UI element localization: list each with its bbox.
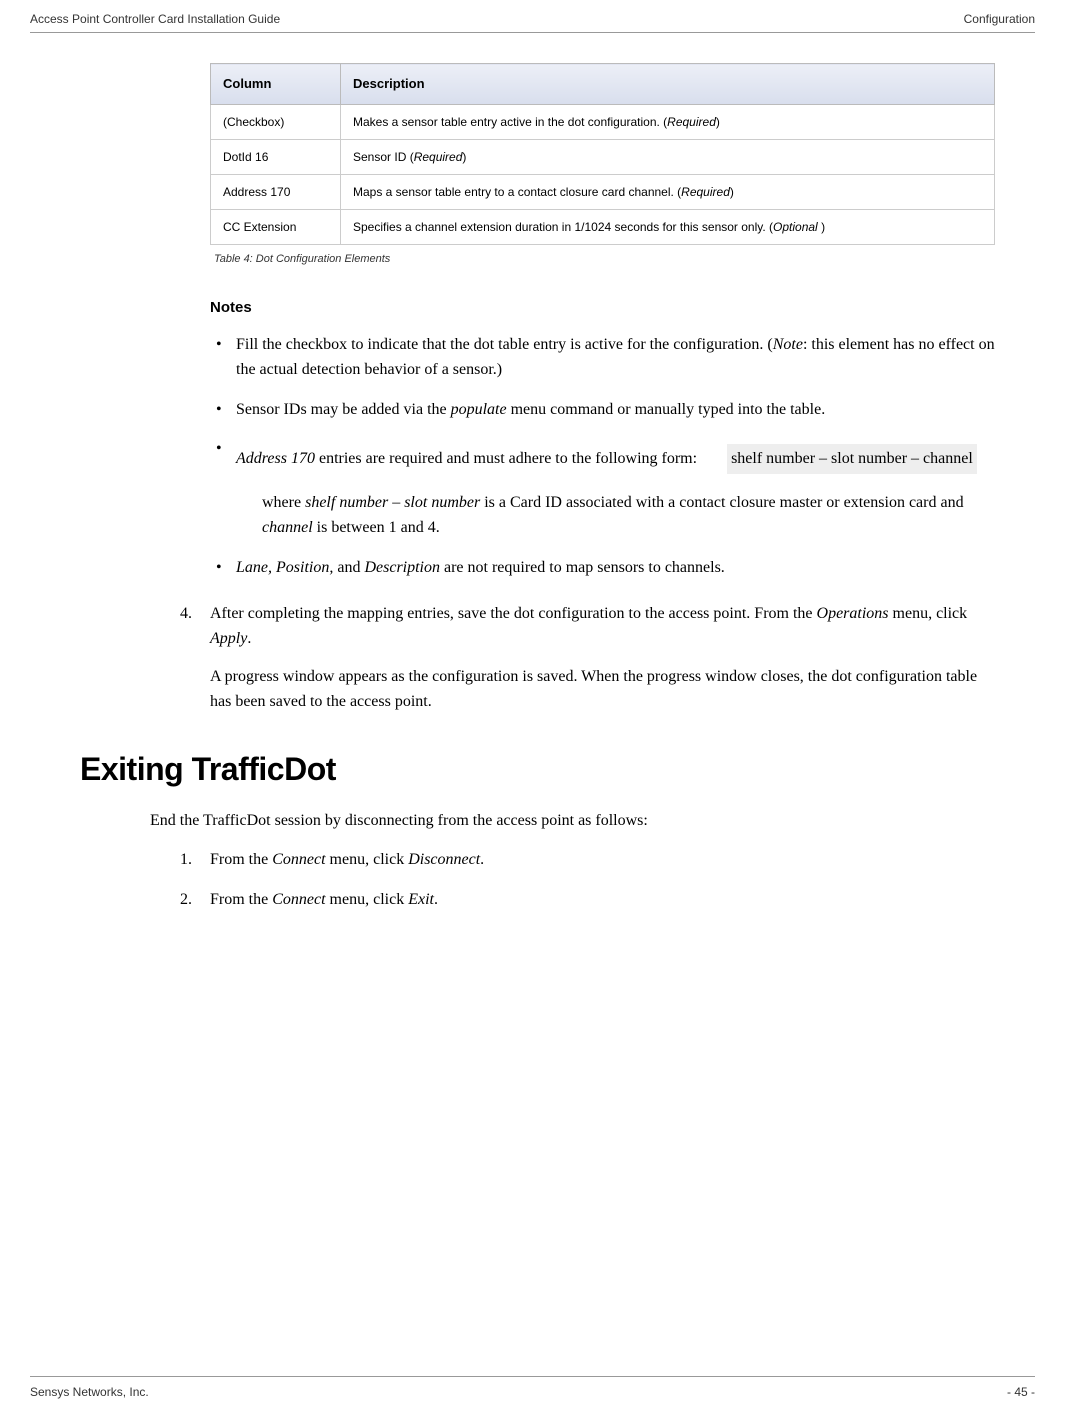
header-left: Access Point Controller Card Installatio…	[30, 10, 280, 28]
exiting-heading: Exiting TrafficDot	[80, 745, 995, 793]
footer-left: Sensys Networks, Inc.	[30, 1383, 149, 1401]
header-right: Configuration	[964, 10, 1035, 28]
table-row: CC Extension Specifies a channel extensi…	[211, 209, 995, 244]
note-item: Sensor IDs may be added via the populate…	[210, 397, 995, 423]
cell-description: Makes a sensor table entry active in the…	[341, 104, 995, 139]
step-number: 2.	[180, 887, 192, 913]
cell-column: Address 170	[211, 174, 341, 209]
cell-description: Specifies a channel extension duration i…	[341, 209, 995, 244]
notes-list: Fill the checkbox to indicate that the d…	[210, 332, 995, 581]
notes-heading: Notes	[210, 297, 995, 320]
exiting-intro: End the TrafficDot session by disconnect…	[150, 809, 995, 833]
header-rule	[30, 32, 1035, 33]
step-number: 4.	[180, 601, 192, 627]
step-4-result: A progress window appears as the configu…	[210, 664, 995, 715]
address-format-explain: where shelf number – slot number is a Ca…	[262, 490, 995, 541]
cell-description: Maps a sensor table entry to a contact c…	[341, 174, 995, 209]
step-4: 4. After completing the mapping entries,…	[180, 601, 995, 715]
dot-config-table: Column Description (Checkbox) Makes a se…	[210, 63, 995, 245]
note-item: Fill the checkbox to indicate that the d…	[210, 332, 995, 383]
table-row: (Checkbox) Makes a sensor table entry ac…	[211, 104, 995, 139]
step-list: 4. After completing the mapping entries,…	[180, 601, 995, 715]
table-row: DotId 16 Sensor ID (Required)	[211, 139, 995, 174]
table-row: Address 170 Maps a sensor table entry to…	[211, 174, 995, 209]
cell-column: DotId 16	[211, 139, 341, 174]
th-description: Description	[341, 64, 995, 105]
table-caption: Table 4: Dot Configuration Elements	[214, 251, 995, 268]
note-item: Lane, Position, and Description are not …	[210, 555, 995, 581]
exit-step-1: 1. From the Connect menu, click Disconne…	[180, 847, 995, 873]
step-number: 1.	[180, 847, 192, 873]
exit-steps: 1. From the Connect menu, click Disconne…	[180, 847, 995, 912]
cell-column: (Checkbox)	[211, 104, 341, 139]
page-footer: Sensys Networks, Inc. - 45 -	[30, 1376, 1035, 1401]
cell-description: Sensor ID (Required)	[341, 139, 995, 174]
page-header: Access Point Controller Card Installatio…	[30, 10, 1035, 28]
cell-column: CC Extension	[211, 209, 341, 244]
note-item: Address 170 entries are required and mus…	[210, 436, 995, 541]
address-format: shelf number – slot number – channel	[727, 444, 977, 474]
exit-step-2: 2. From the Connect menu, click Exit.	[180, 887, 995, 913]
main-content: Column Description (Checkbox) Makes a se…	[210, 63, 995, 912]
footer-right: - 45 -	[1007, 1383, 1035, 1401]
th-column: Column	[211, 64, 341, 105]
